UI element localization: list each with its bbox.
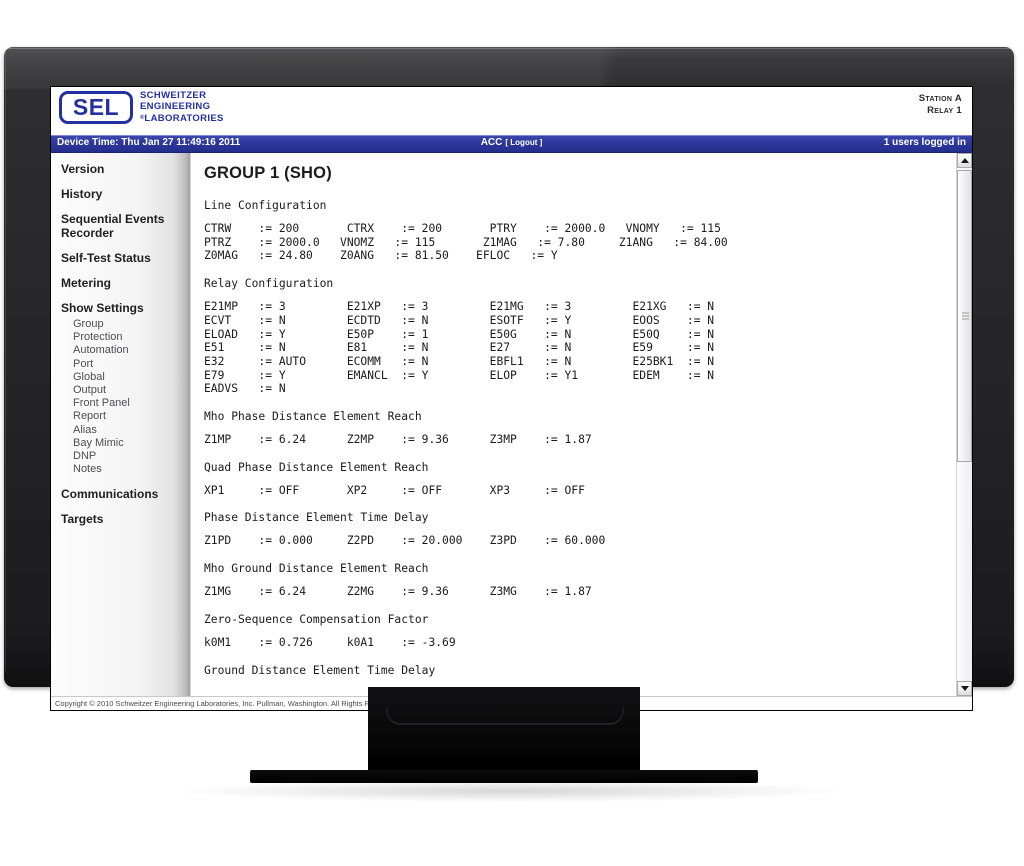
- logout-control[interactable]: [ Logout ]: [505, 138, 542, 147]
- section-heading-quad-phase-distance-element-reach: Quad Phase Distance Element Reach: [204, 460, 429, 474]
- sidebar-subitem-dnp[interactable]: DNP: [73, 450, 190, 463]
- logout-bracket-close: ]: [539, 138, 543, 147]
- scrollbar-grip-icon: [962, 312, 969, 320]
- section-rows-mho-phase-distance-element-reach: Z1MP := 6.24 Z2MP := 9.36 Z3MP := 1.87: [204, 433, 592, 447]
- sidebar-item-targets[interactable]: Targets: [61, 512, 190, 526]
- app-header: SEL SCHWEITZER ENGINEERING ®LABORATORIES…: [51, 87, 972, 135]
- sidebar-nav: Version History Sequential Events Record…: [51, 153, 190, 696]
- content-pane: GROUP 1 (SHO) Line Configuration CTRW :=…: [190, 153, 972, 696]
- section-heading-phase-distance-element-time-delay: Phase Distance Element Time Delay: [204, 511, 429, 525]
- station-name: Station A: [918, 93, 962, 104]
- sidebar-subitem-notes[interactable]: Notes: [73, 463, 190, 476]
- bezel-highlight-left: [5, 51, 6, 671]
- sidebar-show-settings-sublist: Group Protection Automation Port Global …: [73, 318, 190, 476]
- monitor-stand-base: [250, 770, 758, 783]
- sidebar-item-self-test-status[interactable]: Self-Test Status: [61, 251, 190, 265]
- section-rows-mho-ground-distance-element-reach: Z1MG := 6.24 Z2MG := 9.36 Z3MG := 1.87: [204, 585, 592, 599]
- screen: SEL SCHWEITZER ENGINEERING ®LABORATORIES…: [51, 87, 972, 710]
- bezel-highlight-top: [6, 48, 1012, 49]
- section-heading-ground-distance-element-time-delay: Ground Distance Element Time Delay: [204, 663, 436, 677]
- logo-line-2: ENGINEERING: [140, 101, 211, 113]
- chevron-up-icon: [960, 158, 969, 163]
- main-body: Version History Sequential Events Record…: [51, 153, 972, 696]
- sel-logo-abbr: SEL: [72, 93, 120, 120]
- sidebar-subitem-group[interactable]: Group: [73, 318, 190, 331]
- users-logged-in-label: 1 users logged in: [883, 137, 966, 148]
- scroll-up-button[interactable]: [957, 153, 972, 168]
- sidebar-item-metering[interactable]: Metering: [61, 276, 190, 290]
- section-heading-relay-configuration: Relay Configuration: [204, 277, 334, 291]
- section-rows-zero-sequence-compensation-factor: k0M1 := 0.726 k0A1 := -3.69: [204, 635, 456, 649]
- monitor-floor-shadow: [180, 780, 840, 802]
- monitor-stand-neck: [368, 687, 640, 770]
- relay-name: Relay 1: [927, 104, 962, 116]
- sel-logo[interactable]: SEL SCHWEITZER ENGINEERING ®LABORATORIES: [59, 90, 224, 124]
- sidebar-subitem-protection[interactable]: Protection: [73, 331, 190, 344]
- section-heading-mho-ground-distance-element-reach: Mho Ground Distance Element Reach: [204, 562, 429, 576]
- bezel-gloss-reflection: [4, 47, 1014, 89]
- sidebar-subitem-global[interactable]: Global: [73, 371, 190, 384]
- logo-line-3: ®LABORATORIES: [140, 113, 224, 124]
- section-heading-mho-phase-distance-element-reach: Mho Phase Distance Element Reach: [204, 410, 422, 424]
- sidebar-subitem-front-panel[interactable]: Front Panel: [73, 397, 190, 410]
- monitor-stand-groove: [386, 707, 624, 725]
- scrollbar-thumb[interactable]: [957, 170, 972, 462]
- scrollbar-track[interactable]: [957, 168, 972, 681]
- sel-logo-wordmark: SCHWEITZER ENGINEERING ®LABORATORIES: [140, 90, 224, 124]
- sidebar-subitem-report[interactable]: Report: [73, 410, 190, 423]
- content-scrollbar[interactable]: [956, 153, 972, 696]
- section-rows-relay-configuration: E21MP := 3 E21XP := 3 E21MG := 3 E21XG :…: [204, 300, 715, 396]
- sidebar-item-communications[interactable]: Communications: [61, 487, 190, 501]
- station-identity: Station A Relay 1: [919, 93, 962, 116]
- settings-report: GROUP 1 (SHO) Line Configuration CTRW :=…: [191, 153, 972, 696]
- section-rows-phase-distance-element-time-delay: Z1PD := 0.000 Z2PD := 20.000 Z3PD := 60.…: [204, 534, 606, 548]
- sidebar-subitem-alias[interactable]: Alias: [73, 424, 190, 437]
- section-rows-quad-phase-distance-element-reach: XP1 := OFF XP2 := OFF XP3 := OFF: [204, 483, 585, 497]
- sidebar-subitem-output[interactable]: Output: [73, 384, 190, 397]
- sidebar-item-history[interactable]: History: [61, 187, 190, 201]
- section-heading-zero-sequence-compensation-factor: Zero-Sequence Compensation Factor: [204, 612, 429, 626]
- sidebar-item-show-settings[interactable]: Show Settings: [61, 301, 190, 315]
- sel-logo-mark: SEL: [59, 90, 133, 124]
- logo-line-3-text: LABORATORIES: [144, 112, 224, 124]
- sidebar-subitem-bay-mimic[interactable]: Bay Mimic: [73, 437, 190, 450]
- logout-bracket-open: [: [505, 138, 509, 147]
- sidebar-subitem-port[interactable]: Port: [73, 358, 190, 371]
- status-bar: Device Time: Thu Jan 27 11:49:16 2011 AC…: [51, 135, 972, 153]
- sidebar-item-sequential-events-recorder[interactable]: Sequential Events Recorder: [61, 212, 190, 240]
- access-level-label: ACC: [480, 137, 503, 148]
- section-heading-line-configuration: Line Configuration: [204, 199, 327, 212]
- logo-line-1: SCHWEITZER: [140, 90, 207, 101]
- page-title: GROUP 1 (SHO): [204, 164, 332, 182]
- logout-link[interactable]: Logout: [510, 138, 537, 147]
- monitor-frame: SEL SCHWEITZER ENGINEERING ®LABORATORIES…: [4, 47, 1014, 710]
- scroll-down-button[interactable]: [957, 681, 972, 696]
- sidebar-item-version[interactable]: Version: [61, 162, 190, 176]
- access-level-block: ACC[ Logout ]: [51, 137, 972, 148]
- chevron-down-icon: [960, 686, 969, 691]
- section-rows-line-configuration: CTRW := 200 CTRX := 200 PTRY := 2000.0 V…: [204, 222, 728, 263]
- sidebar-subitem-automation[interactable]: Automation: [73, 344, 190, 357]
